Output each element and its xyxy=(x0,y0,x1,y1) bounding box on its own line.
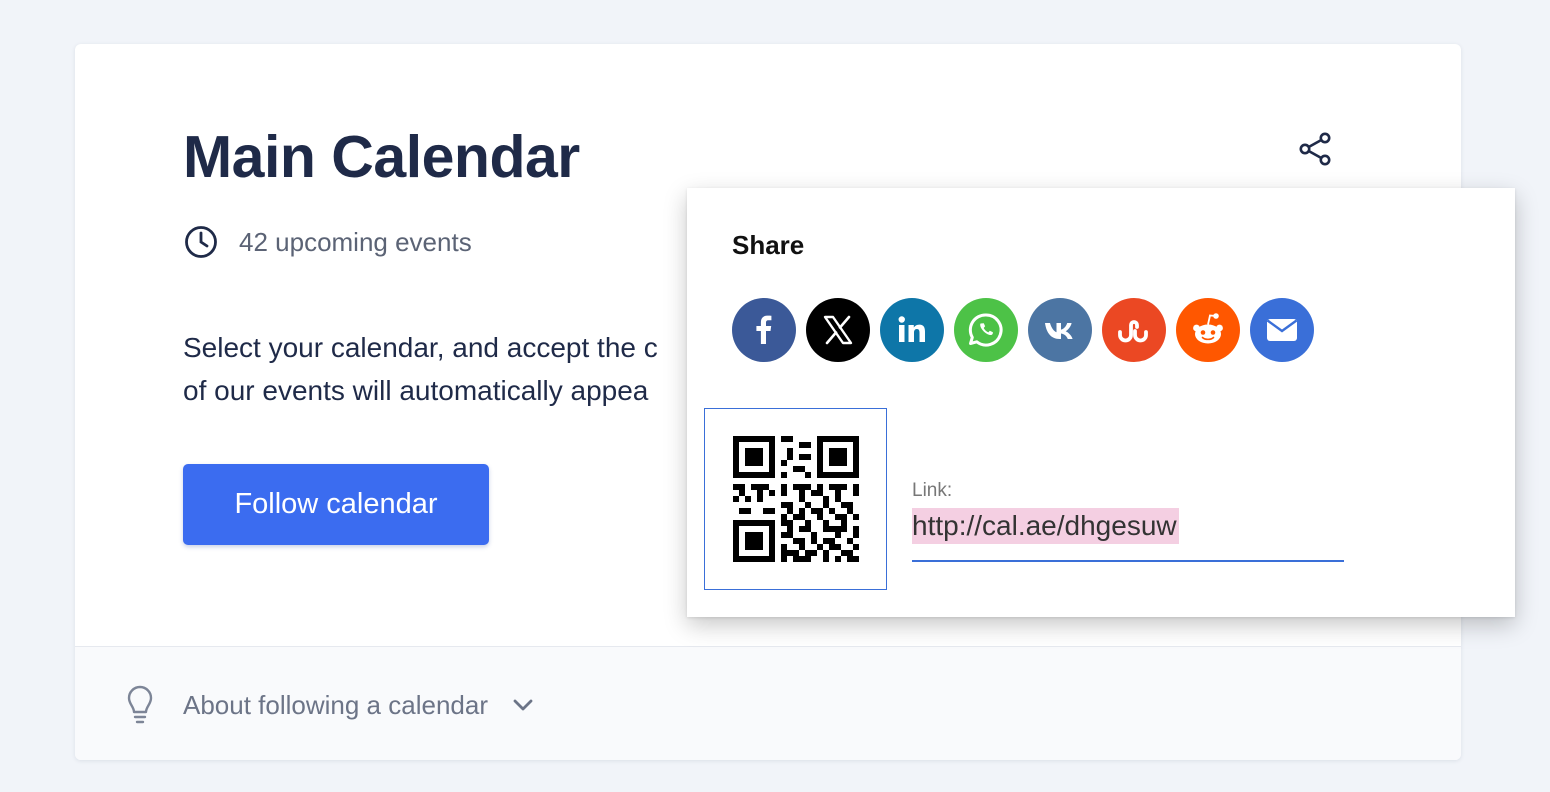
stumbleupon-share-button[interactable] xyxy=(1102,298,1166,362)
description-line-2: of our events will automatically appea xyxy=(183,375,649,406)
share-link-value[interactable]: http://cal.ae/dhgesuw xyxy=(912,508,1179,544)
social-share-buttons xyxy=(732,298,1324,362)
email-share-button[interactable] xyxy=(1250,298,1314,362)
share-title: Share xyxy=(732,230,805,260)
email-icon xyxy=(1266,319,1298,341)
share-icon xyxy=(1299,132,1331,166)
linkedin-share-button[interactable] xyxy=(880,298,944,362)
x-icon xyxy=(823,315,853,345)
linkedin-icon xyxy=(898,316,925,342)
about-following-label: About following a calendar xyxy=(183,689,488,720)
share-popover: Share Link: http://cal.ae/dhgesuw xyxy=(687,188,1515,617)
stumbleupon-icon xyxy=(1118,320,1148,343)
page-title: Main Calendar xyxy=(183,124,580,190)
link-label: Link: xyxy=(912,480,953,501)
upcoming-events: 42 upcoming events xyxy=(183,224,472,260)
reddit-icon xyxy=(1193,313,1223,344)
card-footer: About following a calendar xyxy=(75,646,1461,760)
facebook-share-button[interactable] xyxy=(732,298,796,362)
qr-code-frame xyxy=(704,408,887,590)
description-line-1: Select your calendar, and accept the c xyxy=(183,332,658,363)
whatsapp-share-button[interactable] xyxy=(954,298,1018,362)
vk-share-button[interactable] xyxy=(1028,298,1092,362)
qr-code xyxy=(732,436,859,562)
lightbulb-icon xyxy=(127,685,153,724)
share-button[interactable] xyxy=(1297,130,1335,168)
facebook-icon xyxy=(756,315,772,344)
clock-icon xyxy=(185,226,217,258)
whatsapp-icon xyxy=(968,313,1003,347)
chevron-down-icon xyxy=(513,699,533,711)
x-share-button[interactable] xyxy=(806,298,870,362)
description: Select your calendar, and accept the c of… xyxy=(183,326,703,412)
share-link-field[interactable]: http://cal.ae/dhgesuw xyxy=(912,504,1344,562)
about-following-toggle[interactable]: About following a calendar xyxy=(123,683,536,727)
reddit-share-button[interactable] xyxy=(1176,298,1240,362)
follow-calendar-button[interactable]: Follow calendar xyxy=(183,464,489,545)
events-count-text: 42 upcoming events xyxy=(239,226,472,257)
vk-icon xyxy=(1045,323,1073,339)
